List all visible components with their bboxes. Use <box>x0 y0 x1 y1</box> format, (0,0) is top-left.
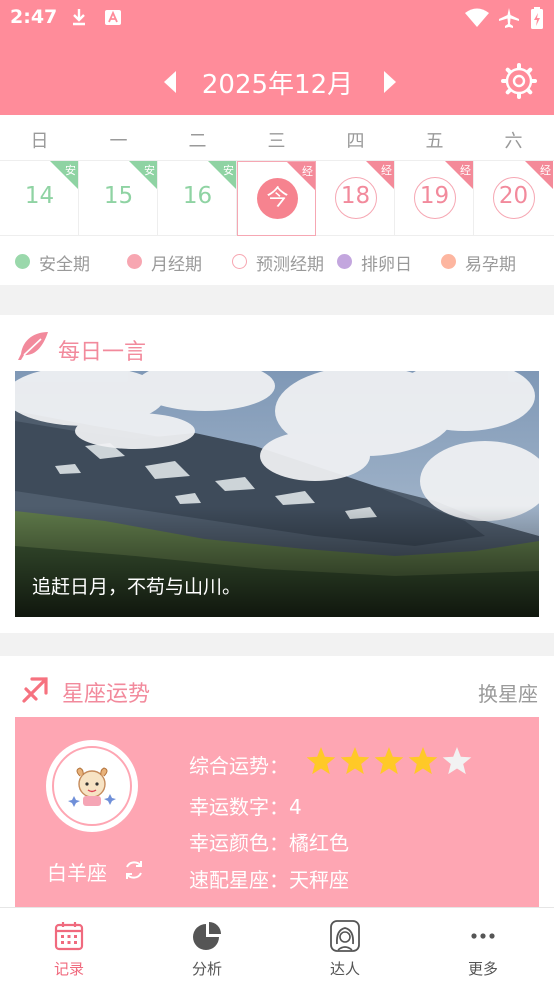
nav-more[interactable]: 更多 <box>414 908 552 984</box>
airplane-icon <box>499 8 519 28</box>
nav-experts[interactable]: 达人 <box>276 908 414 984</box>
legend-dot <box>441 254 456 269</box>
horoscope-title: 星座运势 <box>62 682 151 707</box>
change-sign-button[interactable]: 换星座 <box>478 678 538 707</box>
star-filled-icon <box>408 747 438 775</box>
status-bar: 2:47 <box>0 0 554 36</box>
nav-label: 达人 <box>329 960 360 978</box>
weekday-label: 一 <box>109 131 128 152</box>
daily-quote-card: 每日一言 追赶日月，不苟与山川。 <box>0 315 554 633</box>
day-cell-period[interactable]: 18 经 <box>316 161 395 236</box>
day-cell-period[interactable]: 19 经 <box>395 161 474 236</box>
sagittarius-arrow-icon <box>22 677 48 703</box>
nav-label: 记录 <box>53 960 84 978</box>
lucky-number-value: 4 <box>289 795 302 819</box>
battery-charging-icon <box>531 7 543 29</box>
month-header: 2025年12月 <box>0 52 554 112</box>
day-cell-period[interactable]: 20 经 <box>474 161 553 236</box>
quote-text: 追赶日月，不苟与山川。 <box>32 576 242 598</box>
status-time: 2:47 <box>10 6 58 28</box>
lucky-color-label: 幸运颜色： <box>189 831 289 855</box>
aries-mascot-icon <box>68 767 116 807</box>
month-title: 2025年12月 <box>201 70 354 100</box>
nav-label: 更多 <box>467 960 498 978</box>
weekday-label: 五 <box>425 131 444 152</box>
horoscope-panel: 白羊座 综合运势： 幸运数字：4 幸运颜色：橘红色 速配星座：天秤座 <box>15 717 539 908</box>
weekday-label: 四 <box>346 131 365 152</box>
more-dots-icon <box>471 933 495 939</box>
overall-fortune-row: 综合运势： <box>189 750 289 779</box>
overall-fortune-label: 综合运势： <box>189 754 289 778</box>
quote-landscape-image[interactable]: 追赶日月，不苟与山川。 <box>15 371 539 617</box>
weekday-label: 二 <box>188 131 207 152</box>
match-sign-label: 速配星座： <box>189 868 289 892</box>
horoscope-card: 星座运势 换星座 白羊座 综合运势： 幸运数字：4 幸运颜色：橘红色 速配星座：… <box>0 656 554 908</box>
day-cell-safe[interactable]: 16 安 <box>158 161 237 236</box>
sign-avatar[interactable] <box>46 740 138 832</box>
sign-name: 白羊座 <box>47 861 107 885</box>
lucky-number-row: 幸运数字：4 <box>189 791 302 820</box>
legend-label: 预测经期 <box>256 255 324 275</box>
star-filled-icon <box>306 747 336 775</box>
download-icon <box>73 9 85 26</box>
legend-label: 易孕期 <box>465 255 516 275</box>
text-a-icon <box>105 10 121 25</box>
expert-avatar-icon <box>330 920 360 952</box>
calendar-icon <box>54 922 84 951</box>
fortune-stars <box>306 747 472 775</box>
match-sign-row: 速配星座：天秤座 <box>189 864 349 893</box>
feather-icon <box>18 332 48 360</box>
nav-label: 分析 <box>191 960 222 978</box>
day-tag-label: 经 <box>540 164 551 177</box>
legend-dot <box>232 254 247 269</box>
weekday-row: 日 一 二 三 四 五 六 <box>0 115 554 160</box>
star-filled-icon <box>340 747 370 775</box>
day-tag-label: 经 <box>460 164 471 177</box>
legend-dot <box>15 254 30 269</box>
star-empty-icon <box>442 747 472 775</box>
caret-left-icon[interactable] <box>160 68 184 96</box>
weekday-label: 日 <box>30 131 49 152</box>
sign-avatar-inner <box>52 746 132 826</box>
nav-analysis[interactable]: 分析 <box>138 908 276 984</box>
lucky-number-label: 幸运数字： <box>189 795 289 819</box>
day-row: 14 安 15 安 16 安 今 经 18 经 19 经 20 经 <box>0 160 554 236</box>
day-tag-label: 安 <box>65 164 76 177</box>
legend-label: 月经期 <box>151 255 202 275</box>
day-cell-today[interactable]: 今 经 <box>237 161 316 236</box>
day-cell-safe[interactable]: 14 安 <box>0 161 79 236</box>
calendar-week: 日 一 二 三 四 五 六 14 安 15 安 16 安 今 经 18 经 19… <box>0 115 554 285</box>
daily-quote-title: 每日一言 <box>58 340 147 365</box>
day-tag-label: 安 <box>144 164 155 177</box>
refresh-icon[interactable] <box>122 858 146 882</box>
day-tag-label: 经 <box>381 164 392 177</box>
lucky-color-row: 幸运颜色：橘红色 <box>189 827 349 856</box>
app-screen: 2:47 2025年12月 日 一 二 三 四 五 六 14 安 15 安 16… <box>0 0 554 984</box>
legend-label: 排卵日 <box>361 255 412 275</box>
gear-icon[interactable] <box>500 62 538 100</box>
wifi-icon <box>465 8 489 27</box>
pie-chart-icon <box>193 922 221 950</box>
lucky-color-value: 橘红色 <box>289 831 349 855</box>
header-bar: 2:47 2025年12月 <box>0 0 554 115</box>
bottom-navigation: 记录 分析 达人 更多 <box>0 907 554 984</box>
day-cell-safe[interactable]: 15 安 <box>79 161 158 236</box>
caret-right-icon[interactable] <box>376 68 400 96</box>
day-tag-label: 安 <box>223 164 234 177</box>
weekday-label: 三 <box>267 131 286 152</box>
legend-dot <box>337 254 352 269</box>
legend-dot <box>127 254 142 269</box>
legend-label: 安全期 <box>39 255 90 275</box>
star-filled-icon <box>374 747 404 775</box>
calendar-legend: 安全期 月经期 预测经期 排卵日 易孕期 <box>0 236 554 284</box>
nav-record[interactable]: 记录 <box>0 908 138 984</box>
day-tag-label: 经 <box>302 165 313 178</box>
match-sign-value: 天秤座 <box>289 868 349 892</box>
weekday-label: 六 <box>504 131 523 152</box>
